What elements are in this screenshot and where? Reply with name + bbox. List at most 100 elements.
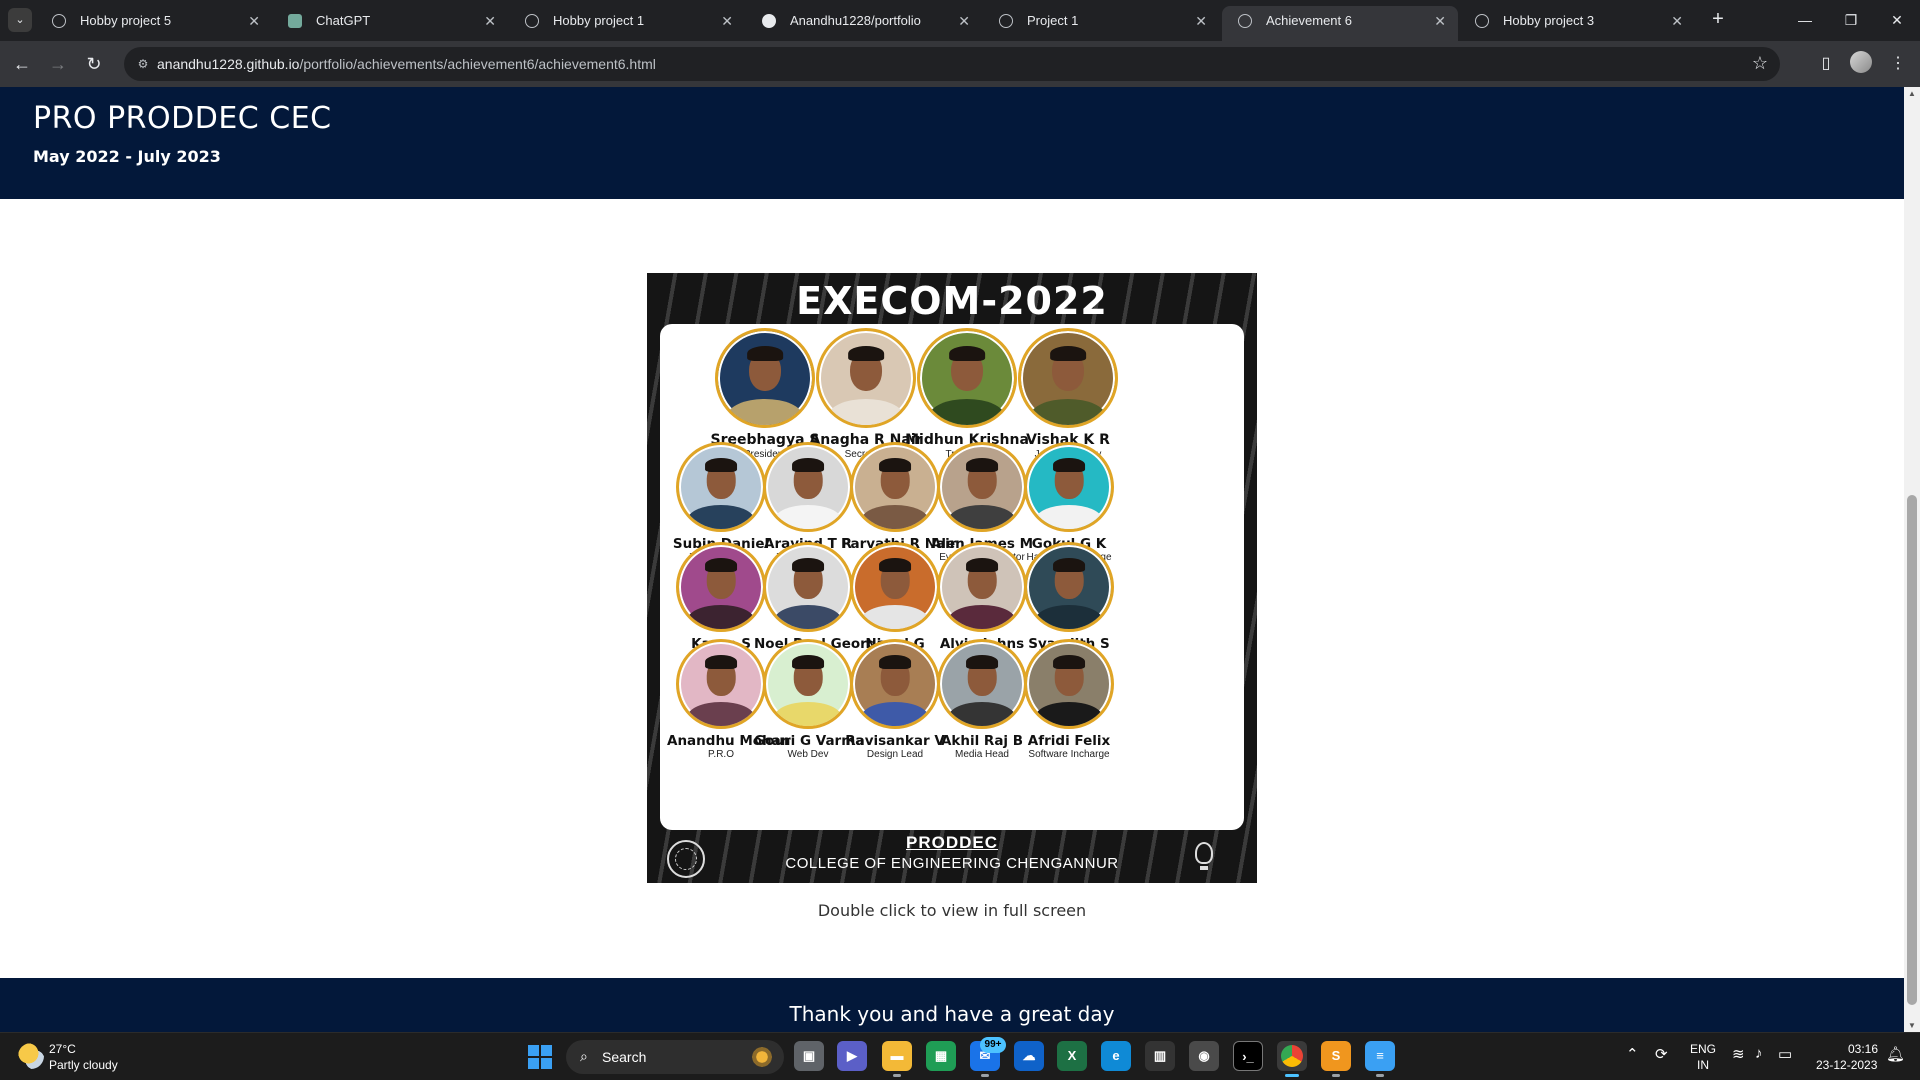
input-region[interactable]: IN bbox=[1697, 1058, 1709, 1072]
excel-icon[interactable]: X bbox=[1057, 1041, 1087, 1071]
member-photo bbox=[850, 639, 940, 729]
member-photo bbox=[763, 639, 853, 729]
member-photo bbox=[937, 442, 1027, 532]
tab-title: Anandhu1228/portfolio bbox=[790, 13, 921, 28]
sublime-text-icon[interactable]: S bbox=[1321, 1041, 1351, 1077]
chrome-icon[interactable] bbox=[1277, 1041, 1307, 1077]
tab-title: Achievement 6 bbox=[1266, 13, 1352, 28]
address-bar[interactable]: ⚙ anandhu1228.github.io/portfolio/achiev… bbox=[124, 47, 1780, 81]
lightbulb-logo-icon bbox=[1195, 842, 1213, 870]
url-text[interactable]: anandhu1228.github.io/portfolio/achievem… bbox=[157, 56, 656, 72]
minimize-icon[interactable]: — bbox=[1782, 0, 1828, 40]
windows-start-icon[interactable] bbox=[528, 1045, 552, 1069]
back-icon[interactable]: ← bbox=[8, 50, 36, 78]
close-tab-icon[interactable]: ✕ bbox=[1195, 6, 1207, 36]
member-photo bbox=[763, 542, 853, 632]
execom-poster-image[interactable]: EXECOM-2022 Sreebhagya S President Anagha … bbox=[647, 273, 1257, 883]
scroll-up-icon[interactable]: ▲ bbox=[1908, 89, 1916, 98]
page-viewport: PRO PRODDEC CEC May 2022 - July 2023 EXE… bbox=[0, 87, 1904, 1032]
member-photo bbox=[937, 639, 1027, 729]
tab-hobby-project-3[interactable]: Hobby project 3 ✕ bbox=[1459, 6, 1695, 41]
close-tab-icon[interactable]: ✕ bbox=[958, 6, 970, 36]
restore-icon[interactable]: ❐ bbox=[1828, 0, 1874, 40]
tab-title: Hobby project 3 bbox=[1503, 13, 1595, 28]
tab-chatgpt[interactable]: ChatGPT ✕ bbox=[272, 6, 508, 41]
page-footer: Thank you and have a great day bbox=[0, 978, 1904, 1032]
site-info-icon[interactable]: ⚙ bbox=[134, 55, 152, 73]
close-tab-icon[interactable]: ✕ bbox=[248, 6, 260, 36]
member-photo bbox=[715, 328, 815, 428]
taskbar-search-label: Search bbox=[602, 1049, 647, 1065]
tab-title: Project 1 bbox=[1027, 13, 1079, 28]
close-tab-icon[interactable]: ✕ bbox=[484, 6, 496, 36]
member-photo bbox=[676, 442, 766, 532]
reload-icon[interactable]: ↻ bbox=[80, 50, 108, 78]
sheets-app-icon[interactable]: ▦ bbox=[926, 1041, 956, 1071]
browser-tab-strip: ⌄ Hobby project 5 ✕ ChatGPT ✕ Hobby proj… bbox=[0, 0, 1920, 41]
page-dates: May 2022 - July 2023 bbox=[33, 147, 221, 166]
tab-hobby-project-1[interactable]: Hobby project 1 ✕ bbox=[509, 6, 745, 41]
tab-achievement-6[interactable]: Achievement 6 ✕ bbox=[1222, 6, 1458, 41]
notification-bell-icon[interactable]: 🔔︎ bbox=[1886, 1045, 1905, 1063]
partly-cloudy-icon[interactable] bbox=[18, 1043, 44, 1069]
new-tab-button[interactable]: + bbox=[1704, 6, 1732, 34]
poster-org-name: PRODDEC bbox=[905, 833, 998, 852]
globe-icon bbox=[525, 14, 539, 28]
forward-icon[interactable]: → bbox=[44, 50, 72, 78]
member-photo bbox=[676, 639, 766, 729]
search-highlight-icon bbox=[750, 1046, 774, 1068]
battery-icon[interactable]: ▭ bbox=[1778, 1045, 1792, 1063]
page-title: PRO PRODDEC CEC bbox=[33, 101, 332, 136]
clock-date[interactable]: 23-12-2023 bbox=[1816, 1058, 1877, 1072]
members-card: Sreebhagya SPresidentAnagha R NairSecret… bbox=[660, 324, 1244, 830]
poster-title: EXECOM-2022 bbox=[796, 279, 1108, 323]
footer-text: Thank you and have a great day bbox=[789, 1002, 1115, 1026]
tab-github-portfolio[interactable]: Anandhu1228/portfolio ✕ bbox=[746, 6, 982, 41]
weather-temperature[interactable]: 27°C bbox=[49, 1042, 76, 1056]
bookmark-star-icon[interactable]: ☆ bbox=[1752, 53, 1768, 74]
profile-avatar[interactable] bbox=[1850, 51, 1872, 73]
member-photo bbox=[676, 542, 766, 632]
member-card: Afridi Felix Software Incharge bbox=[1015, 639, 1123, 760]
volume-icon[interactable]: ♪ bbox=[1755, 1045, 1763, 1062]
tab-search-dropdown-icon[interactable]: ⌄ bbox=[8, 8, 32, 32]
member-photo bbox=[1024, 442, 1114, 532]
scrollbar-thumb[interactable] bbox=[1907, 495, 1917, 1005]
globe-icon bbox=[999, 14, 1013, 28]
edge-browser-icon[interactable]: e bbox=[1101, 1041, 1131, 1071]
member-card: Vishak K RJoint Secretary bbox=[1003, 328, 1133, 460]
tab-hobby-project-5[interactable]: Hobby project 5 ✕ bbox=[36, 6, 272, 41]
file-explorer-icon[interactable]: ▬ bbox=[882, 1041, 912, 1077]
member-photo bbox=[816, 328, 916, 428]
browser-toolbar: ← → ↻ ⚙ anandhu1228.github.io/portfolio/… bbox=[0, 41, 1920, 87]
input-language[interactable]: ENG bbox=[1690, 1042, 1716, 1056]
taskbar-search-box[interactable]: ⌕ Search bbox=[566, 1040, 784, 1074]
onedrive-store-icon[interactable]: ☁ bbox=[1014, 1041, 1044, 1071]
close-tab-icon[interactable]: ✕ bbox=[721, 6, 733, 36]
member-photo bbox=[850, 542, 940, 632]
close-window-icon[interactable]: ✕ bbox=[1874, 0, 1920, 40]
close-tab-icon[interactable]: ✕ bbox=[1671, 6, 1683, 36]
terminal-icon[interactable]: ›_ bbox=[1233, 1041, 1263, 1071]
teams-chat-icon[interactable]: ▶ bbox=[837, 1041, 867, 1071]
globe-icon bbox=[52, 14, 66, 28]
windows-taskbar: 27°C Partly cloudy ⌕ Search ▣ ▶ ▬ ▦ ✉ 99… bbox=[0, 1032, 1920, 1080]
page-scrollbar[interactable]: ▲ ▼ bbox=[1904, 87, 1920, 1032]
menu-kebab-icon[interactable]: ⋮ bbox=[1884, 50, 1912, 78]
member-name: Afridi Felix bbox=[1027, 733, 1111, 749]
sync-icon[interactable]: ⟳ bbox=[1655, 1045, 1668, 1063]
member-photo bbox=[937, 542, 1027, 632]
show-hidden-icons-chevron-icon[interactable]: ⌃ bbox=[1626, 1045, 1639, 1063]
scroll-down-icon[interactable]: ▼ bbox=[1908, 1021, 1916, 1030]
app-bars-icon[interactable]: ▥ bbox=[1145, 1041, 1175, 1071]
notepad-icon[interactable]: ≡ bbox=[1365, 1041, 1395, 1077]
close-tab-icon[interactable]: ✕ bbox=[1434, 6, 1446, 36]
fullscreen-hint: Double click to view in full screen bbox=[817, 901, 1087, 920]
tab-project-1[interactable]: Project 1 ✕ bbox=[983, 6, 1219, 41]
task-view-icon[interactable]: ▣ bbox=[794, 1041, 824, 1071]
side-panel-icon[interactable]: ▯ bbox=[1812, 50, 1840, 78]
camera-app-icon[interactable]: ◉ bbox=[1189, 1041, 1219, 1071]
wifi-icon[interactable]: ≋ bbox=[1732, 1045, 1745, 1063]
weather-description[interactable]: Partly cloudy bbox=[49, 1058, 118, 1072]
clock-time[interactable]: 03:16 bbox=[1848, 1042, 1878, 1056]
